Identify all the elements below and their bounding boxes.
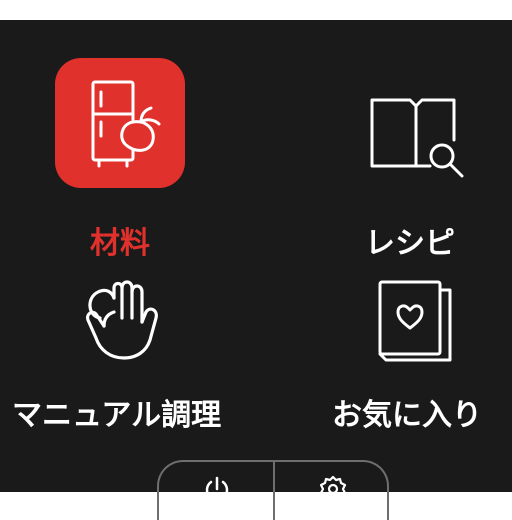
- menu-item-ingredients[interactable]: 材料: [40, 58, 200, 261]
- settings-button[interactable]: [275, 462, 389, 520]
- menu-item-label: レシピ: [365, 226, 455, 261]
- bottom-control-bar: [157, 460, 389, 520]
- menu-item-label: マニュアル調理: [12, 398, 222, 433]
- menu-item-label: 材料: [90, 226, 150, 261]
- menu-item-label: お気に入り: [332, 398, 482, 433]
- home-screen: 材料 レシピ マニュアル調理 お気に入り: [0, 20, 512, 520]
- menu-item-manual[interactable]: マニュアル調理: [0, 278, 250, 448]
- power-button[interactable]: [159, 462, 273, 520]
- power-icon: [205, 476, 229, 502]
- hand-icon: [78, 278, 168, 364]
- menu-item-favorites[interactable]: お気に入り: [322, 278, 502, 448]
- recipe-book-search-icon: [368, 92, 468, 178]
- fridge-vegetable-icon: [55, 58, 185, 188]
- menu-item-recipes[interactable]: レシピ: [330, 90, 490, 261]
- heart-book-icon: [374, 278, 460, 364]
- gear-icon: [319, 475, 347, 503]
